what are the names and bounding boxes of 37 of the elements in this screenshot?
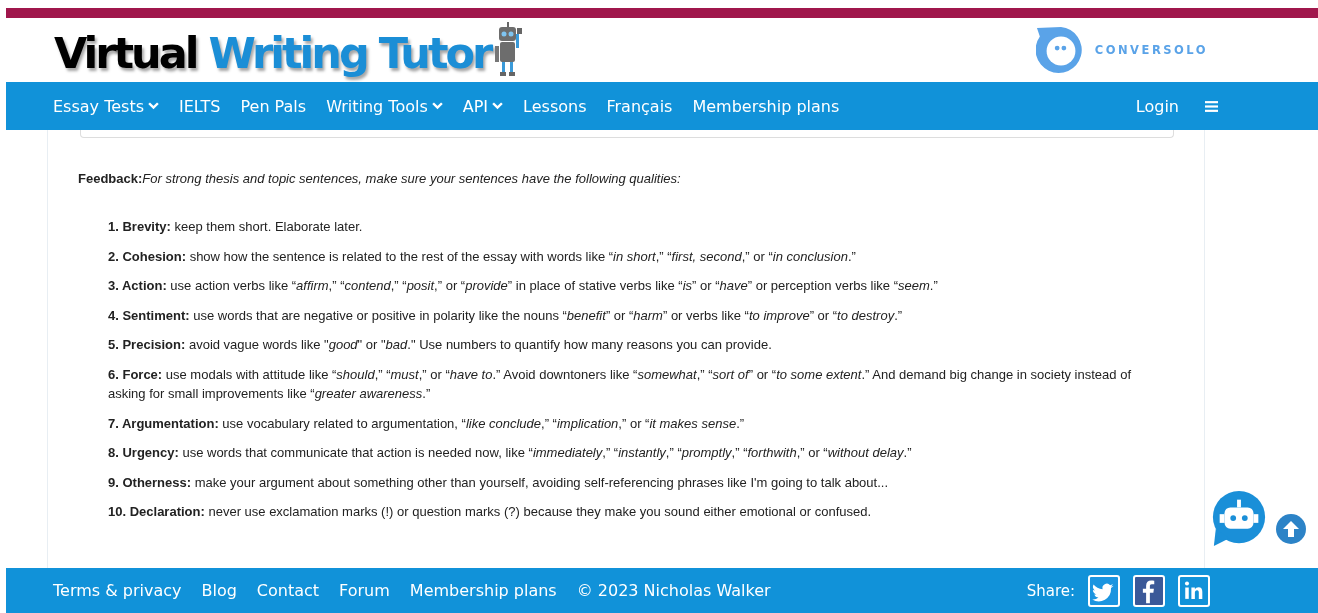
feedback-item: 1. Brevity: keep them short. Elaborate later. bbox=[108, 218, 364, 236]
nav-link[interactable]: API bbox=[462, 96, 504, 116]
chatbot-button[interactable] bbox=[1210, 490, 1268, 548]
feedback-text: Feedback:For strong thesis and topic sentences, make sure your sentences have the following qualities: bbox=[78, 171, 682, 186]
feedback-item: 4. Sentiment: use words that are negative or positive in polarity like the nouns “benefit” or “harm” or verbs like “to improve” or “to destroy.” bbox=[108, 306, 904, 325]
feedback-item: 9. Otherness: make your argument about something other than yourself, avoiding self-referencing phrases like I'm going to talk about... bbox=[108, 473, 889, 492]
nav-link[interactable]: Pen Pals bbox=[240, 96, 307, 116]
share-label: Share: bbox=[1026, 581, 1075, 600]
robot-icon bbox=[493, 22, 524, 78]
nav-link[interactable]: Lessons bbox=[523, 96, 587, 116]
linkedin-icon[interactable] bbox=[1178, 574, 1210, 607]
login-link[interactable]: Login bbox=[1135, 96, 1179, 116]
nav-link[interactable]: Français bbox=[606, 96, 673, 116]
twitter-icon[interactable] bbox=[1088, 574, 1120, 607]
feedback-item: 6. Force: use modals with attitude like “should,” “must,” or “have to.” Avoid downtoners like “somewhat,” “sort of” or “to some extent.” And demand big change in society instead of asking for small improvements like “greater awareness.” bbox=[108, 365, 1132, 403]
footer-link[interactable]: Blog bbox=[201, 581, 237, 600]
feedback-item: 8. Urgency: use words that communicate that action is needed now, like “immediately,” “instantly,” “promptly,” “forthwith,” or “without delay.” bbox=[108, 444, 913, 462]
nav-link[interactable]: Membership plans bbox=[692, 96, 840, 116]
feedback-item: 3. Action: use action verbs like “affirm,” “contend,” “posit,” or “provide” in place of stative verbs like “is” or “have” or perception verbs like “seem.” bbox=[108, 277, 939, 295]
footer-link[interactable]: Forum bbox=[339, 581, 390, 600]
nav-link[interactable]: IELTS bbox=[179, 96, 221, 116]
feedback-item: 5. Precision: avoid vague words like "good" or "bad." Use numbers to quantify how many reasons you can provide. bbox=[108, 336, 773, 354]
facebook-icon[interactable] bbox=[1133, 574, 1165, 607]
footer-link[interactable]: Terms & privacy bbox=[53, 581, 182, 600]
scroll-top-button[interactable] bbox=[1276, 514, 1306, 544]
copyright-text: © 2023 Nicholas Walker bbox=[576, 581, 771, 600]
nav-link[interactable]: Writing Tools bbox=[326, 96, 443, 116]
feedback-item: 7. Argumentation: use vocabulary related to argumentation, “like conclude,” “implication,” or “it makes sense.” bbox=[108, 414, 746, 433]
nav-link[interactable]: Essay Tests bbox=[53, 96, 159, 116]
menu-icon[interactable] bbox=[1205, 99, 1218, 113]
footer-link[interactable]: Membership plans bbox=[409, 581, 557, 600]
partner-name[interactable]: CONVERSOLO bbox=[1094, 43, 1208, 57]
logo-text[interactable]: Virtual bbox=[54, 28, 197, 78]
logo-text[interactable]: Writing Tutor bbox=[208, 28, 491, 78]
feedback-item: 2. Cohesion: show how the sentence is related to the rest of the essay with words like “in short,” “first, second,” or “in conclusion.” bbox=[108, 247, 857, 266]
footer-link[interactable]: Contact bbox=[256, 581, 320, 600]
feedback-item: 10. Declaration: never use exclamation marks (!) or question marks (?) because they make you sound either emotional or confused. bbox=[108, 503, 873, 521]
